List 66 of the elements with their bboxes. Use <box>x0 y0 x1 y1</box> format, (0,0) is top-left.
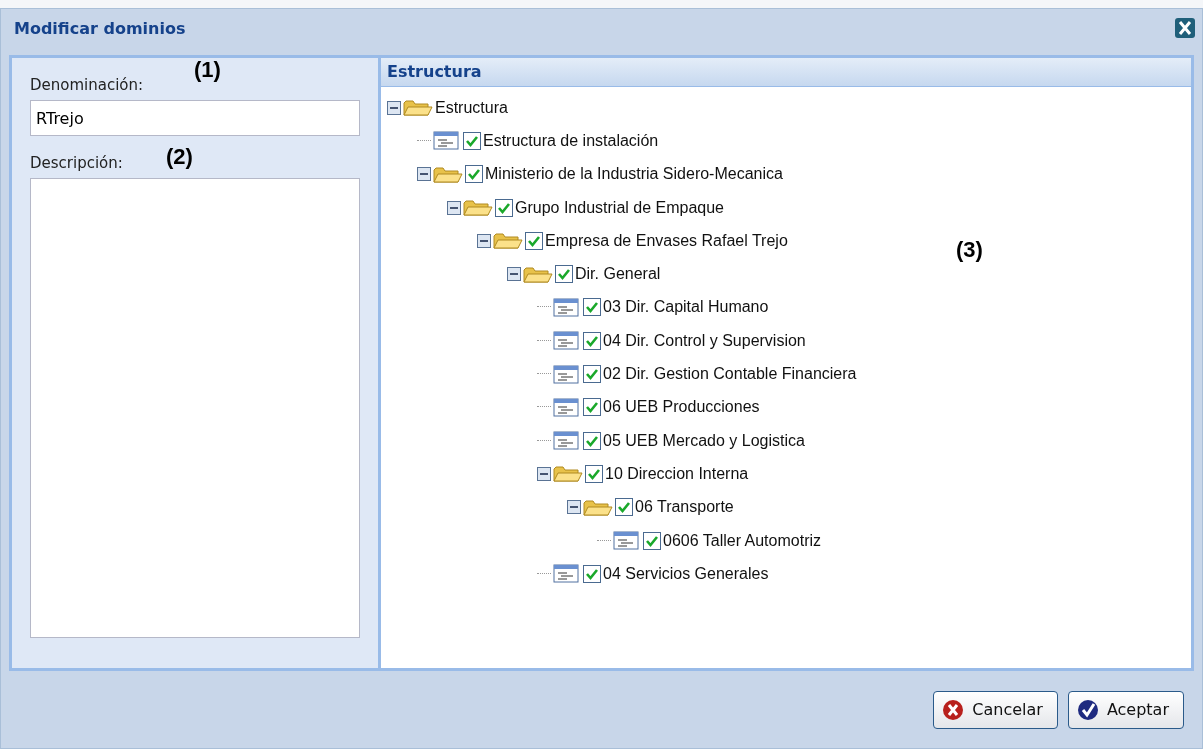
collapse-toggle-icon[interactable] <box>537 466 551 481</box>
field-label: Descripción: <box>30 154 123 172</box>
description-field[interactable] <box>30 178 360 638</box>
checkbox[interactable] <box>643 531 661 550</box>
tree-item[interactable]: 03 Dir. Capital Humano <box>603 298 769 317</box>
folder-icon <box>463 198 493 218</box>
list-icon <box>553 397 581 417</box>
tree-item[interactable]: 10 Direccion Interna <box>605 464 749 483</box>
annotation: (1) <box>194 57 221 83</box>
folder-icon <box>553 464 583 484</box>
tree-item[interactable]: 04 Servicios Generales <box>603 564 769 583</box>
checkbox[interactable] <box>555 265 573 284</box>
list-icon <box>433 131 461 151</box>
checkbox[interactable] <box>583 431 601 450</box>
window-title: Modificar dominios <box>14 18 186 38</box>
collapse-toggle-icon[interactable] <box>507 267 521 282</box>
cancel-button[interactable]: Cancelar <box>933 690 1058 729</box>
list-icon <box>553 564 581 584</box>
field-label: Denominación: <box>30 76 144 94</box>
checkbox[interactable] <box>583 365 601 383</box>
annotation: (3) <box>956 237 983 263</box>
list-icon <box>613 531 641 550</box>
tree-item[interactable]: Estructura <box>435 98 508 117</box>
collapse-toggle-icon[interactable] <box>477 233 491 248</box>
name-field[interactable]: RTrejo <box>30 100 360 136</box>
tree-item[interactable]: Empresa de Envases Rafael Trejo <box>545 231 788 250</box>
checkbox[interactable] <box>495 198 513 217</box>
collapse-toggle-icon[interactable] <box>417 167 431 182</box>
folder-icon <box>433 164 463 184</box>
tree-item[interactable]: 04 Dir. Control y Supervision <box>603 331 806 350</box>
tree-item[interactable]: 0606 Taller Automotriz <box>663 531 821 550</box>
checkbox[interactable] <box>585 464 603 483</box>
checkbox[interactable] <box>583 564 601 583</box>
tree-item[interactable]: Grupo Industrial de Empaque <box>515 198 724 217</box>
folder-icon <box>493 231 523 251</box>
list-icon <box>553 364 581 384</box>
tree-item[interactable]: 06 Transporte <box>635 498 734 517</box>
checkbox[interactable] <box>583 398 601 417</box>
list-icon <box>553 331 581 351</box>
accept-button[interactable]: Aceptar <box>1067 690 1184 729</box>
folder-icon <box>403 98 433 118</box>
tree-item[interactable]: Estructura de instalación <box>483 131 659 150</box>
panel-header: Estructura <box>381 58 1191 87</box>
checkbox[interactable] <box>525 231 543 250</box>
checkbox[interactable] <box>615 498 633 517</box>
tree-item[interactable]: 02 Dir. Gestion Contable Financiera <box>603 365 857 383</box>
list-icon <box>553 297 581 317</box>
checkbox[interactable] <box>583 298 601 317</box>
checkbox[interactable] <box>463 131 481 150</box>
folder-icon <box>523 264 553 284</box>
tree-item[interactable]: Dir. General <box>575 265 661 284</box>
collapse-toggle-icon[interactable] <box>567 500 581 515</box>
folder-icon <box>583 497 613 517</box>
tree-item[interactable]: 06 UEB Producciones <box>603 398 760 417</box>
check-icon <box>1076 698 1099 721</box>
collapse-toggle-icon[interactable] <box>387 100 401 115</box>
checkbox[interactable] <box>465 165 483 184</box>
annotation: (2) <box>166 144 193 170</box>
close-icon <box>1175 18 1195 38</box>
close-button[interactable] <box>1174 17 1196 39</box>
x-icon <box>942 698 965 721</box>
tree-item[interactable]: Ministerio de la Industria Sidero-Mecanica <box>485 165 783 184</box>
list-icon <box>553 431 581 451</box>
collapse-toggle-icon[interactable] <box>447 200 461 215</box>
checkbox[interactable] <box>583 331 601 350</box>
tree-item[interactable]: 05 UEB Mercado y Logistica <box>603 431 805 450</box>
